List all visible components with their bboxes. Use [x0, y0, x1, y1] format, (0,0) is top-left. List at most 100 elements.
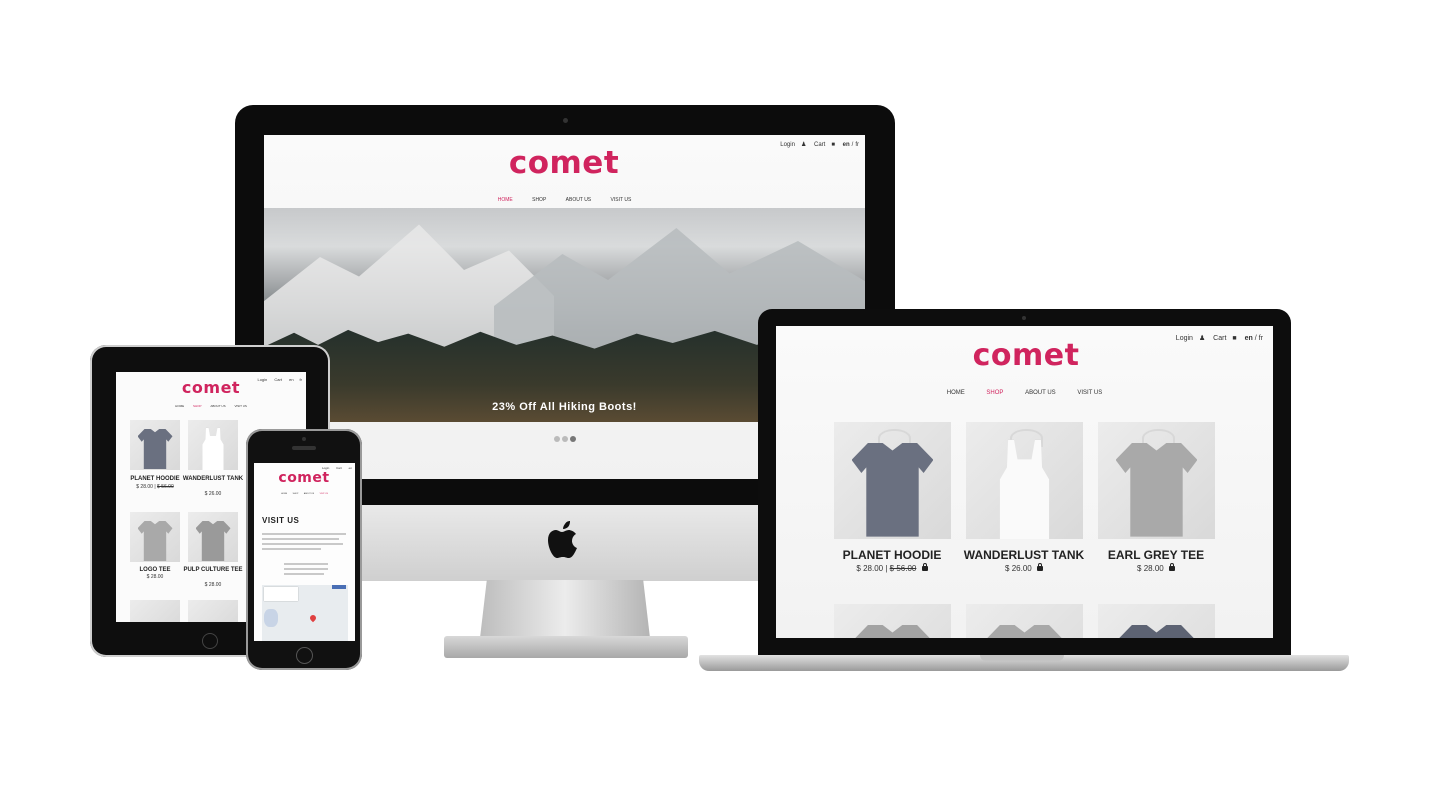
map-pin-icon	[308, 613, 318, 623]
slider-dot[interactable]	[553, 436, 560, 442]
tee-shape	[851, 625, 934, 638]
nav-home[interactable]: HOME	[498, 197, 513, 203]
lang-fr[interactable]: fr	[1259, 335, 1263, 342]
slider-dot[interactable]	[561, 436, 568, 442]
product-price: $ 26.00	[204, 491, 222, 497]
lang-en[interactable]: en	[349, 466, 352, 470]
hoodie-shape	[851, 443, 934, 537]
product-image[interactable]	[130, 420, 180, 470]
product-image[interactable]	[130, 600, 180, 622]
nav-shop[interactable]: SHOP	[293, 493, 299, 495]
main-nav: HOME SHOP ABOUT US VISIT US	[776, 390, 1273, 396]
user-icon: ♟	[1198, 335, 1206, 342]
user-icon: ♟	[800, 142, 807, 148]
price-current: $ 28.00	[856, 564, 884, 573]
tee-shape	[983, 625, 1066, 638]
phone-home-button[interactable]	[296, 647, 313, 664]
cart-link[interactable]: Cart	[274, 377, 282, 382]
login-link[interactable]: Login	[1176, 335, 1193, 342]
phone-screen: Login Cart en comet HOME SHOP ABOUT US V…	[254, 463, 355, 641]
laptop-screen: Login ♟ Cart ■ en / fr comet HOME SHOP ABOUT…	[776, 326, 1273, 638]
product-image-planet-hoodie[interactable]	[834, 422, 951, 539]
utility-bar: Login Cart en fr	[251, 377, 302, 382]
phone-camera	[302, 437, 306, 441]
nav-shop[interactable]: SHOP	[532, 197, 546, 203]
lang-en[interactable]: en	[1245, 335, 1253, 342]
product-image[interactable]	[188, 512, 238, 562]
nav-about[interactable]: ABOUT US	[566, 197, 591, 203]
product-image[interactable]	[966, 604, 1083, 638]
tank-shape	[202, 427, 224, 470]
product-image-earl-grey-tee[interactable]	[1098, 422, 1215, 539]
hoodie-shape	[137, 429, 173, 469]
product-price: $ 28.00	[146, 574, 164, 580]
nav-about[interactable]: ABOUT US	[210, 404, 225, 408]
nav-home[interactable]: HOME	[281, 493, 287, 495]
lang-en[interactable]: en	[289, 377, 293, 382]
nav-visit[interactable]: VISIT US	[611, 197, 632, 203]
nav-home[interactable]: HOME	[947, 390, 965, 396]
cart-link[interactable]: Cart	[1213, 335, 1226, 342]
nav-about[interactable]: ABOUT US	[304, 493, 314, 495]
product-image[interactable]	[130, 512, 180, 562]
site-logo[interactable]: comet	[274, 470, 334, 486]
imac-camera	[563, 118, 568, 123]
price-old: $ 56.00	[889, 564, 917, 573]
tee-shape	[137, 521, 173, 561]
main-nav: HOME SHOP ABOUT US VISIT US	[254, 493, 355, 495]
product-price: $ 28.00	[1086, 563, 1226, 573]
nav-visit[interactable]: VISIT US	[234, 404, 246, 408]
location-map[interactable]	[262, 585, 348, 641]
product-image[interactable]	[834, 604, 951, 638]
product-image[interactable]	[188, 600, 238, 622]
laptop-camera	[1022, 316, 1026, 320]
map-button[interactable]	[332, 585, 346, 589]
site-logo[interactable]: comet	[504, 145, 624, 181]
product-name[interactable]: EARL GREY TEE	[1086, 548, 1226, 562]
login-link[interactable]: Login	[257, 377, 267, 382]
imac-stand	[480, 580, 650, 638]
nav-shop[interactable]: SHOP	[193, 404, 202, 408]
site-logo[interactable]: comet	[176, 378, 246, 397]
nav-about[interactable]: ABOUT US	[1025, 390, 1056, 396]
product-name[interactable]: PLANET HOODIE	[822, 548, 962, 562]
price-current: $ 26.00	[1005, 564, 1032, 573]
price-current: $ 28.00	[1137, 564, 1164, 573]
nav-home[interactable]: HOME	[175, 404, 184, 408]
nav-visit[interactable]: VISIT US	[1077, 390, 1102, 396]
price-old: $ 56.00	[157, 484, 174, 490]
product-name[interactable]: PULP CULTURE TEE	[178, 567, 248, 573]
product-price: $ 28.00 | $ 56.00	[120, 484, 190, 490]
product-image[interactable]	[1098, 604, 1215, 638]
tablet-home-button[interactable]	[202, 633, 218, 649]
lang-fr[interactable]: fr	[855, 142, 859, 148]
lock-icon	[1168, 563, 1175, 572]
site-logo[interactable]: comet	[966, 338, 1086, 373]
slider-dot-active[interactable]	[569, 436, 576, 442]
nav-shop[interactable]: SHOP	[986, 390, 1003, 396]
utility-bar: Login ♟ Cart ■ en / fr	[774, 141, 859, 148]
product-price: $ 28.00 | $ 56.00	[822, 563, 962, 573]
map-info-card	[264, 587, 298, 601]
product-image[interactable]	[188, 420, 238, 470]
page-title: VISIT US	[262, 516, 300, 525]
lang-fr[interactable]: fr	[300, 377, 302, 382]
address-text	[284, 563, 328, 578]
lock-icon	[1036, 563, 1043, 572]
product-image-wanderlust-tank[interactable]	[966, 422, 1083, 539]
login-link[interactable]: Login	[780, 142, 795, 148]
main-nav: HOME SHOP ABOUT US VISIT US	[116, 404, 306, 408]
lang-en[interactable]: en	[843, 142, 850, 148]
product-name[interactable]: WANDERLUST TANK	[954, 548, 1094, 562]
laptop-notch	[980, 655, 1064, 661]
lang-separator: /	[851, 142, 854, 148]
lang-separator: /	[1254, 335, 1257, 342]
map-water-shape	[264, 609, 278, 627]
nav-visit[interactable]: VISIT US	[320, 493, 328, 495]
main-nav: HOME SHOP ABOUT US VISIT US	[264, 197, 865, 203]
tee-shape	[1115, 443, 1198, 537]
cart-link[interactable]: Cart	[814, 142, 825, 148]
product-name[interactable]: WANDERLUST TANK	[178, 476, 248, 482]
cart-link[interactable]: Cart	[336, 466, 342, 470]
apple-logo-icon	[548, 521, 577, 558]
